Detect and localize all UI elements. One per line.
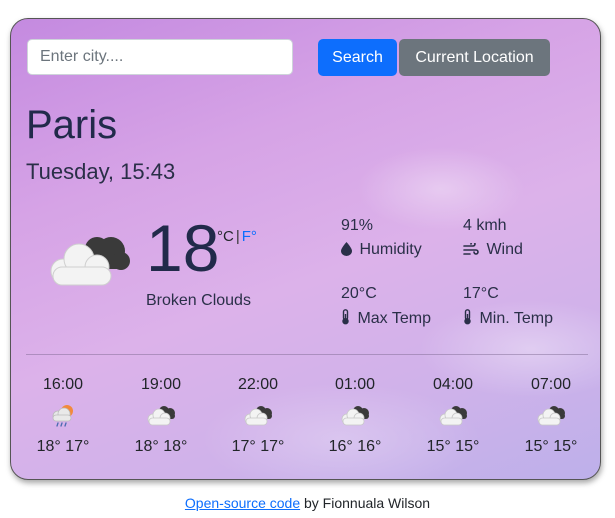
humidity-stat: 91% Humidity [341,217,422,259]
max-temp-label: Max Temp [357,310,431,327]
search-button[interactable]: Search [318,39,397,76]
forecast-temps: 18° 17° [36,438,90,455]
humidity-label: Humidity [359,241,422,258]
current-datetime: Tuesday, 15:43 [26,159,176,184]
author-credit: by Fionnuala Wilson [300,495,431,511]
forecast-item: 04:00 15° 15° [408,376,498,456]
broken-clouds-icon [213,404,303,430]
forecast-item: 16:00 18° 17° [18,376,108,456]
broken-clouds-icon [310,404,400,430]
min-temp-value: 17°C [463,285,499,302]
footer: Open-source code by Fionnuala Wilson [0,495,615,511]
thermometer-icon [341,309,357,327]
min-temp-stat: 17°C Min. Temp [463,285,553,328]
wind-value: 4 kmh [463,217,507,234]
forecast-time: 19:00 [140,376,182,393]
forecast-temps: 15° 15° [426,438,480,455]
thermometer-icon [463,309,479,327]
unit-fahrenheit-link[interactable]: F° [242,228,257,245]
forecast-item: 19:00 18° 18° [116,376,206,456]
forecast-time: 07:00 [530,376,572,393]
forecast-time: 22:00 [237,376,279,393]
rain-cloud-icon [18,404,108,430]
broken-clouds-icon [43,229,133,294]
weather-card: Search Current Location Paris Tuesday, 1… [10,18,601,480]
humidity-value: 91% [341,217,374,234]
unit-separator: | [235,228,240,245]
unit-toggle: °C | F° [217,228,257,245]
min-temp-label: Min. Temp [479,310,553,327]
city-search-input[interactable] [27,39,293,75]
broken-clouds-icon [116,404,206,430]
forecast-temps: 17° 17° [231,438,285,455]
source-code-link[interactable]: Open-source code [185,495,300,511]
forecast-time: 16:00 [42,376,84,393]
current-location-button[interactable]: Current Location [399,39,550,76]
forecast-item: 01:00 16° 16° [310,376,400,456]
current-temperature: 18 [146,211,220,285]
forecast-item: 07:00 15° 15° [506,376,596,456]
unit-celsius[interactable]: °C [217,228,234,245]
broken-clouds-icon [506,404,596,430]
divider [26,354,588,355]
droplet-icon [341,241,359,258]
forecast-temps: 18° 18° [134,438,188,455]
wind-label: Wind [486,241,523,258]
forecast-time: 04:00 [432,376,474,393]
wind-stat: 4 kmh Wind [463,217,523,259]
forecast-temps: 15° 15° [524,438,578,455]
forecast-item: 22:00 17° 17° [213,376,303,456]
wind-icon [463,241,486,258]
broken-clouds-icon [408,404,498,430]
forecast-time: 01:00 [334,376,376,393]
weather-description: Broken Clouds [146,292,251,309]
city-name: Paris [26,103,118,147]
max-temp-value: 20°C [341,285,377,302]
forecast-temps: 16° 16° [328,438,382,455]
max-temp-stat: 20°C Max Temp [341,285,431,328]
